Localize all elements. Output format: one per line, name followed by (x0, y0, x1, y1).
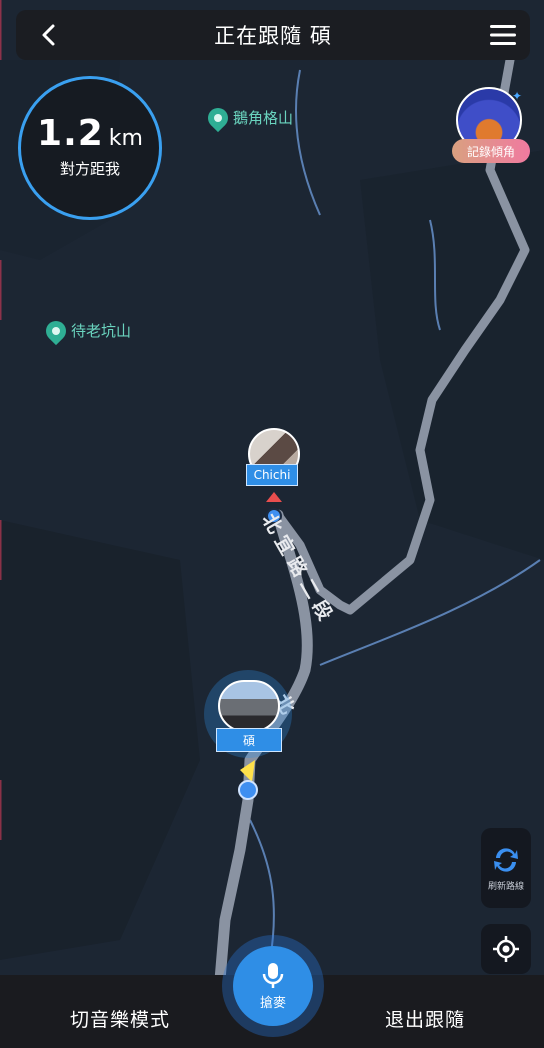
poi-mountain-2[interactable]: 待老坑山 (41, 316, 132, 345)
top-bar: 正在跟隨 碩 (16, 10, 530, 60)
poi-mountain-1[interactable]: 鵝角格山 (203, 103, 294, 132)
distance-label: 對方距我 (59, 160, 120, 178)
locate-me-button[interactable] (481, 924, 531, 974)
page-title: 正在跟隨 碩 (214, 24, 332, 48)
sparkle-icon: ✦ (512, 89, 523, 103)
microphone-icon (262, 962, 284, 988)
my-location-dot (238, 780, 258, 800)
poi-label: 待老坑山 (71, 322, 132, 340)
rider-marker-chichi[interactable]: Chichi (246, 428, 302, 488)
back-icon[interactable] (36, 22, 62, 48)
record-lean-angle-label: 記錄傾角 (452, 139, 530, 163)
crosshair-icon (493, 936, 519, 962)
distance-indicator: 1.2 km 對方距我 (18, 76, 162, 220)
distance-unit: km (108, 126, 143, 151)
refresh-route-button[interactable]: 刷新路線 (481, 828, 531, 908)
grab-mic-button[interactable]: 搶麥 (233, 946, 313, 1026)
grab-mic-label: 搶麥 (259, 995, 286, 1011)
rider-marker-self[interactable]: 碩 (204, 670, 294, 760)
refresh-icon (494, 847, 518, 872)
exit-follow-button[interactable]: 退出跟隨 (385, 1005, 465, 1032)
avatar (218, 680, 280, 732)
mountain-pin-icon (41, 316, 71, 345)
record-lean-angle-button[interactable]: ✦ 記錄傾角 (452, 87, 532, 167)
rider-name-tag: 碩 (216, 728, 282, 752)
menu-icon[interactable] (488, 22, 518, 48)
refresh-route-label: 刷新路線 (487, 881, 524, 892)
distance-value: 1.2 (37, 113, 104, 154)
rider-name-tag: Chichi (246, 464, 298, 486)
music-mode-button[interactable]: 切音樂模式 (70, 1005, 170, 1032)
mountain-pin-icon (203, 103, 233, 132)
poi-label: 鵝角格山 (233, 109, 294, 127)
